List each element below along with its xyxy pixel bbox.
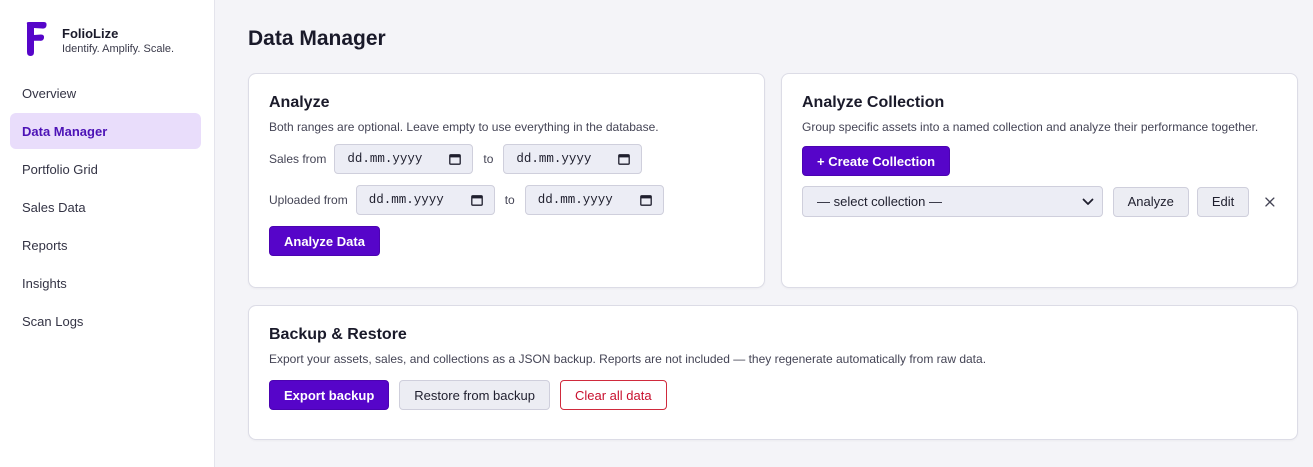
sidebar-item-sales-data[interactable]: Sales Data (10, 189, 201, 225)
brand-tagline: Identify. Amplify. Scale. (62, 43, 175, 55)
backup-restore-title: Backup & Restore (269, 326, 407, 343)
brand[interactable]: FolioLize Identify. Amplify. Scale. (22, 20, 174, 58)
sidebar-item-data-manager[interactable]: Data Manager (10, 113, 201, 149)
analyze-collection-button[interactable]: Analyze (1112, 186, 1189, 217)
uploaded-to-date-text: dd.mm.yyyy (537, 193, 613, 207)
close-icon[interactable] (1263, 195, 1277, 209)
sidebar-item-reports[interactable]: Reports (10, 227, 201, 263)
calendar-icon[interactable] (618, 153, 631, 165)
collection-select-value: — select collection — (817, 194, 942, 209)
uploaded-from-date-input[interactable]: dd.mm.yyyy (355, 185, 495, 215)
sales-from-date-input[interactable]: dd.mm.yyyy (334, 144, 474, 174)
uploaded-to-date-input[interactable]: dd.mm.yyyy (524, 185, 664, 215)
collection-select[interactable]: — select collection — (802, 186, 1103, 217)
sales-from-date-text: dd.mm.yyyy (347, 152, 423, 166)
calendar-icon[interactable] (449, 153, 462, 165)
chevron-down-icon (1082, 198, 1093, 205)
analyze-card: Analyze Both ranges are optional. Leave … (248, 73, 765, 288)
sidebar: FolioLize Identify. Amplify. Scale. Over… (0, 0, 215, 467)
sales-to-label: to (483, 152, 494, 166)
uploaded-from-date-text: dd.mm.yyyy (368, 193, 444, 207)
create-collection-button[interactable]: + Create Collection (802, 146, 951, 176)
sidebar-item-scan-logs[interactable]: Scan Logs (10, 303, 201, 339)
sales-from-label: Sales from (269, 152, 327, 166)
analyze-data-button[interactable]: Analyze Data (269, 226, 380, 256)
clear-all-data-button[interactable]: Clear all data (559, 380, 667, 410)
backup-restore-card: Backup & Restore Export your assets, sal… (248, 305, 1298, 440)
backup-restore-description: Export your assets, sales, and collectio… (269, 352, 987, 366)
calendar-icon[interactable] (639, 194, 652, 206)
sales-to-date-text: dd.mm.yyyy (516, 152, 592, 166)
analyze-collection-card: Analyze Collection Group specific assets… (781, 73, 1298, 288)
sidebar-item-portfolio-grid[interactable]: Portfolio Grid (10, 151, 201, 187)
edit-collection-button[interactable]: Edit (1196, 186, 1250, 217)
uploaded-from-label: Uploaded from (269, 193, 348, 207)
backup-actions-row: Export backup Restore from backup Clear … (269, 380, 1277, 410)
sales-range-row: Sales from dd.mm.yyyy to dd.mm.yyyy (269, 144, 744, 174)
calendar-icon[interactable] (470, 194, 483, 206)
sidebar-nav: Overview Data Manager Portfolio Grid Sal… (10, 75, 201, 341)
export-backup-button[interactable]: Export backup (269, 380, 390, 410)
sidebar-item-overview[interactable]: Overview (10, 75, 201, 111)
collection-controls-row: — select collection — Analyze Edit (802, 186, 1277, 217)
analyze-title: Analyze (269, 94, 330, 111)
analyze-collection-title: Analyze Collection (802, 94, 945, 111)
restore-backup-button[interactable]: Restore from backup (399, 380, 550, 410)
sidebar-item-insights[interactable]: Insights (10, 265, 201, 301)
brand-name: FolioLize (62, 26, 119, 41)
analyze-description: Both ranges are optional. Leave empty to… (269, 120, 659, 134)
uploaded-to-label: to (504, 193, 515, 207)
uploaded-range-row: Uploaded from dd.mm.yyyy to dd.mm.yyyy (269, 185, 744, 215)
foliolize-logo-icon (26, 22, 47, 56)
sales-to-date-input[interactable]: dd.mm.yyyy (503, 144, 643, 174)
analyze-collection-description: Group specific assets into a named colle… (802, 120, 1259, 134)
page-title: Data Manager (248, 27, 386, 50)
